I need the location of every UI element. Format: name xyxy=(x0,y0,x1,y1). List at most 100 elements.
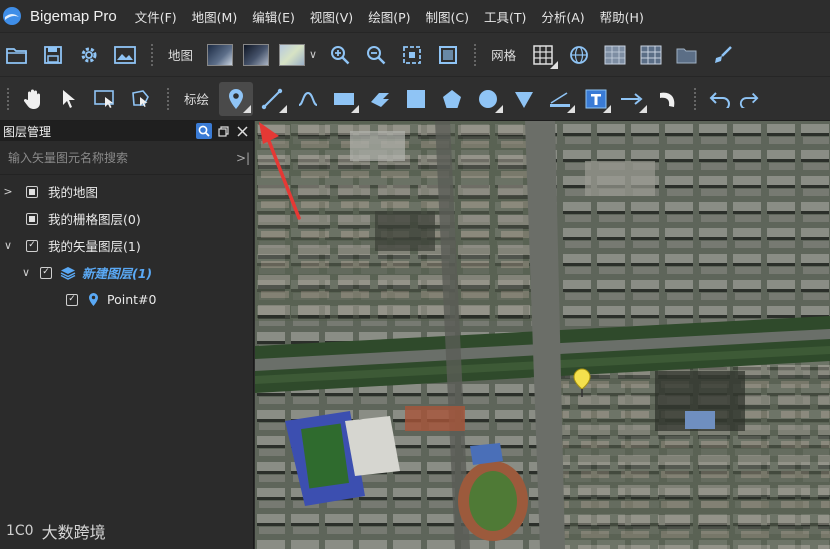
clear-button[interactable] xyxy=(706,38,740,72)
menu-bar: Bigemap Pro 文件(F) 地图(M) 编辑(E) 视图(V) 绘图(P… xyxy=(0,0,830,32)
cursor-icon xyxy=(63,89,75,108)
undo-button[interactable] xyxy=(703,82,737,116)
arrow-right-icon xyxy=(621,92,643,105)
km-grid-button[interactable] xyxy=(598,38,632,72)
image-button[interactable] xyxy=(108,38,142,72)
add-rectangle-button[interactable] xyxy=(327,82,361,116)
ruler-icon xyxy=(550,91,571,107)
tree-item-point[interactable]: ✓ Point#0 xyxy=(0,286,253,313)
folder-icon xyxy=(676,48,697,63)
pan-button[interactable] xyxy=(16,82,50,116)
tree-item-label: 我的矢量图层(1) xyxy=(48,239,141,254)
menu-tools[interactable]: 工具(T) xyxy=(484,7,526,26)
add-arrow-button[interactable] xyxy=(615,82,649,116)
app-logo-icon xyxy=(3,7,21,25)
toolbar-grip[interactable] xyxy=(166,86,170,111)
layer-search-input[interactable] xyxy=(8,150,233,165)
basemap-3-button[interactable] xyxy=(275,38,309,72)
menu-edit[interactable]: 编辑(E) xyxy=(252,7,295,26)
add-text-button[interactable] xyxy=(579,82,613,116)
partial-checkbox[interactable] xyxy=(26,212,38,225)
save-button[interactable] xyxy=(36,38,70,72)
panel-close-button[interactable] xyxy=(234,123,250,139)
tree-item-label: Point#0 xyxy=(107,292,157,307)
close-icon xyxy=(236,125,248,137)
measure-button[interactable] xyxy=(543,82,577,116)
toolbar-grip[interactable] xyxy=(473,42,478,67)
tree-item-vector-layers[interactable]: ∨ ✓ 我的矢量图层(1) xyxy=(0,232,253,259)
expand-arrow-icon[interactable]: > xyxy=(0,185,16,198)
toolbar-grip[interactable] xyxy=(6,86,10,111)
redo-button[interactable] xyxy=(739,82,759,116)
layer-folder-button[interactable] xyxy=(670,38,704,72)
tree-item-new-layer[interactable]: ∨ ✓ 新建图层(1) xyxy=(0,259,253,286)
app-title: Bigemap Pro xyxy=(30,7,117,25)
box-select-icon xyxy=(94,89,114,108)
add-curve-button[interactable] xyxy=(291,82,325,116)
zoom-out-button[interactable] xyxy=(359,38,393,72)
add-arrow-shape-button[interactable] xyxy=(363,82,397,116)
collapse-arrow-icon[interactable]: ∨ xyxy=(18,266,34,279)
checkbox-checked[interactable]: ✓ xyxy=(66,293,78,306)
add-circle-button[interactable] xyxy=(471,82,505,116)
menu-draw[interactable]: 绘图(P) xyxy=(368,7,410,26)
menu-map[interactable]: 地图(M) xyxy=(192,7,238,26)
fullscreen-button[interactable] xyxy=(431,38,465,72)
panel-float-button[interactable] xyxy=(215,123,231,139)
rectangle-icon xyxy=(334,92,355,105)
open-folder-button[interactable] xyxy=(0,38,34,72)
add-marker-button[interactable] xyxy=(219,81,254,116)
toolbar-grip[interactable] xyxy=(693,86,698,111)
add-arc-button[interactable] xyxy=(651,82,685,116)
layer-panel-header: 图层管理 xyxy=(0,121,253,141)
menu-file[interactable]: 文件(F) xyxy=(135,7,177,26)
layer-panel: 图层管理 >| > 我的地图 我的栅格图层(0) ∨ ✓ 我的矢量图层(1) ∨… xyxy=(0,121,254,549)
menu-help[interactable]: 帮助(H) xyxy=(600,7,644,26)
partial-checkbox[interactable] xyxy=(26,185,38,198)
text-icon xyxy=(585,89,607,108)
chevron-down-icon[interactable]: ∨ xyxy=(309,48,317,61)
polygon-select-icon xyxy=(132,89,149,107)
menu-view[interactable]: 视图(V) xyxy=(310,7,353,26)
panel-search-button[interactable] xyxy=(196,123,212,139)
map-canvas[interactable] xyxy=(255,121,830,549)
map-pin-icon xyxy=(229,88,244,109)
placed-marker-icon[interactable] xyxy=(572,368,592,398)
brush-icon xyxy=(715,45,732,63)
globe-button[interactable] xyxy=(562,38,596,72)
poly-select-button[interactable] xyxy=(124,82,158,116)
zoom-extent-button[interactable] xyxy=(395,38,429,72)
checkbox-checked[interactable]: ✓ xyxy=(40,266,52,279)
box-select-button[interactable] xyxy=(88,82,122,116)
basemap-1-button[interactable] xyxy=(203,38,237,72)
watermark-text: 大数跨境 xyxy=(41,523,106,542)
layer-search-row: >| xyxy=(0,141,253,175)
red-arrow-annotation xyxy=(259,122,301,220)
grid-button[interactable] xyxy=(526,38,560,72)
map-pin-icon xyxy=(89,293,98,306)
settings-button[interactable] xyxy=(72,38,106,72)
sheet-grid-button[interactable] xyxy=(634,38,668,72)
hand-icon xyxy=(23,89,40,109)
add-pentagon-button[interactable] xyxy=(435,82,469,116)
zoom-in-button[interactable] xyxy=(323,38,357,72)
collapse-arrow-icon[interactable]: ∨ xyxy=(0,239,16,252)
add-square-button[interactable] xyxy=(399,82,433,116)
add-sector-button[interactable] xyxy=(507,82,541,116)
toolbar-grip[interactable] xyxy=(150,42,154,67)
satellite-imagery xyxy=(255,121,830,549)
grid-label: 网格 xyxy=(491,48,517,63)
zoom-in-icon xyxy=(331,45,350,64)
collapse-panel-icon[interactable]: >| xyxy=(233,151,253,165)
menu-analysis[interactable]: 分析(A) xyxy=(541,7,584,26)
globe-icon xyxy=(570,45,588,64)
menu-cartography[interactable]: 制图(C) xyxy=(425,7,468,26)
checkbox-checked[interactable]: ✓ xyxy=(26,239,38,252)
select-button[interactable] xyxy=(52,82,86,116)
extent-icon xyxy=(403,45,421,64)
tree-item-raster-layers[interactable]: 我的栅格图层(0) xyxy=(0,205,253,232)
basemap-2-button[interactable] xyxy=(239,38,273,72)
tree-item-my-map[interactable]: > 我的地图 xyxy=(0,178,253,205)
add-line-button[interactable] xyxy=(255,82,289,116)
image-icon xyxy=(114,45,136,64)
